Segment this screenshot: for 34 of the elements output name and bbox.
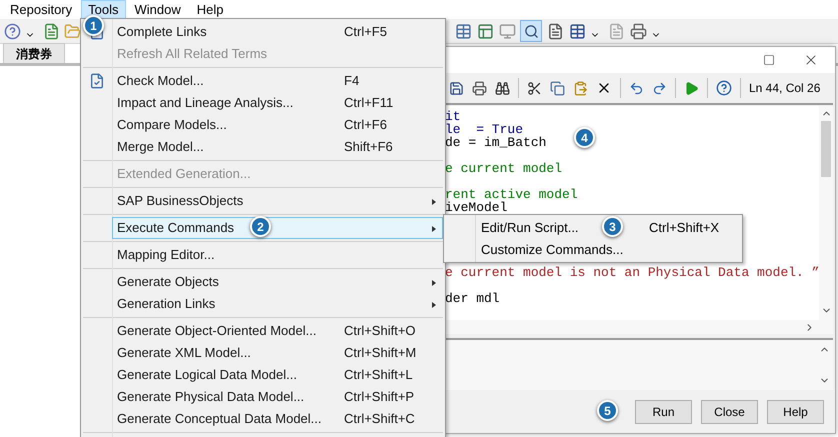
menu-item[interactable]: Generation Links — [112, 293, 443, 315]
dialog-button[interactable]: Close — [701, 400, 758, 424]
code-line: e current model — [445, 162, 562, 175]
menu-item[interactable]: Edit/Run Script... — [481, 218, 579, 238]
menu-bar-item[interactable]: Window — [128, 0, 188, 19]
code-line: iveModel — [445, 201, 508, 214]
menu-item[interactable]: Impact and Lineage Analysis... Ctrl+F11 — [112, 92, 443, 114]
menu-item[interactable]: Generate XML Model... Ctrl+Shift+M — [112, 342, 443, 364]
menu-item[interactable]: Customize Commands... — [481, 240, 624, 260]
menu-item[interactable]: SAP BusinessObjects — [112, 190, 443, 212]
menu-bar-item[interactable]: Help — [190, 0, 230, 19]
menu-item[interactable]: Check Model... F4 — [112, 70, 443, 92]
shortcut-text: Ctrl+Shift+X — [649, 219, 720, 238]
code-line: le = True — [445, 123, 524, 136]
menu-item[interactable]: Generate Object-Oriented Model... Ctrl+Shift+O — [112, 320, 443, 342]
menu-item[interactable]: Generate Conceptual Data Model... Ctrl+Shift+C — [112, 408, 443, 430]
document-tab[interactable]: 消费券 — [3, 43, 65, 63]
menu-bar-item[interactable]: Tools — [81, 0, 126, 19]
menu-item[interactable]: Complete Links Ctrl+F5 — [112, 21, 443, 43]
menu-item[interactable]: Mapping Editor... — [112, 244, 443, 266]
dialog-button[interactable]: Run — [635, 400, 692, 424]
menu-item[interactable]: Merge Model... Shift+F6 — [112, 136, 443, 158]
menu-item[interactable]: Generate Objects — [112, 271, 443, 293]
menu-item[interactable]: Generate Physical Data Model... Ctrl+Shift+P — [112, 386, 443, 408]
code-line: der mdl — [445, 292, 500, 305]
dialog-button[interactable]: Help — [767, 400, 824, 424]
code-line: e current model is not an Physical Data model. ” — [445, 266, 820, 279]
cursor-position: Ln 44, Col 26 — [749, 80, 820, 97]
code-line: rent active model — [445, 188, 578, 201]
code-line: it — [445, 110, 461, 123]
menu-item[interactable]: Generate Logical Data Model... Ctrl+Shift+L — [112, 364, 443, 386]
code-line: de = im_Batch — [445, 136, 546, 149]
menu-bar-item[interactable]: Repository — [3, 0, 80, 19]
menu-item[interactable]: Compare Models... Ctrl+F6 — [112, 114, 443, 136]
